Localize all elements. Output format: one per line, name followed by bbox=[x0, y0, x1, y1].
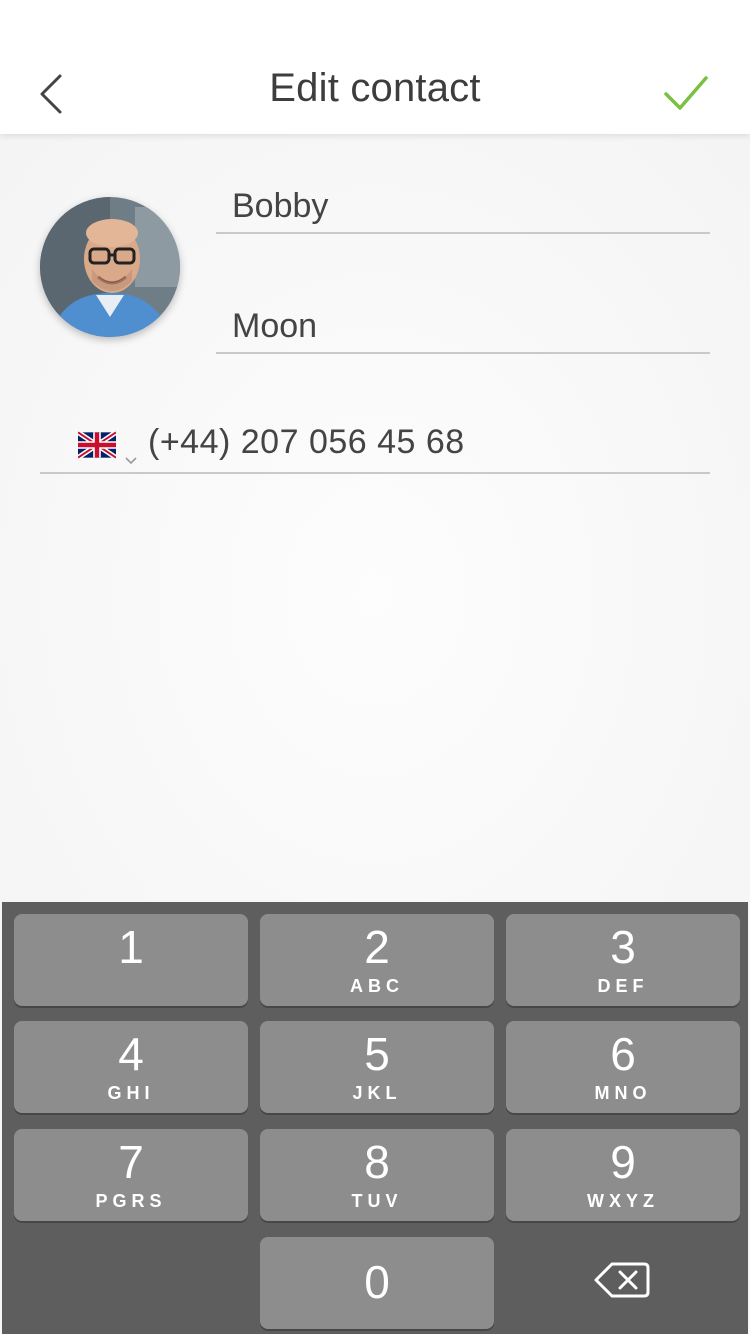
key-8[interactable]: 8 TUV bbox=[260, 1129, 494, 1221]
phone-number-value: (+44) 207 056 45 68 bbox=[148, 423, 465, 461]
last-name-value: Moon bbox=[232, 307, 318, 345]
key-letters: GHI bbox=[107, 1083, 155, 1103]
first-name-value: Bobby bbox=[232, 187, 329, 225]
uk-flag-icon bbox=[76, 430, 118, 460]
key-letters: ABC bbox=[350, 976, 404, 996]
key-3[interactable]: 3 DEF bbox=[506, 914, 740, 1006]
last-name-field[interactable]: Moon bbox=[216, 300, 710, 354]
country-selector[interactable] bbox=[76, 429, 118, 460]
key-4[interactable]: 4 GHI bbox=[14, 1021, 248, 1113]
key-9[interactable]: 9 WXYZ bbox=[506, 1129, 740, 1221]
key-7[interactable]: 7 PGRS bbox=[14, 1129, 248, 1221]
key-1[interactable]: 1 bbox=[14, 914, 248, 1006]
numeric-keypad: 1 2 ABC 3 DEF 4 GHI 5 JKL 6 MNO 7 PGRS 8… bbox=[2, 902, 748, 1334]
key-2[interactable]: 2 ABC bbox=[260, 914, 494, 1006]
key-5[interactable]: 5 JKL bbox=[260, 1021, 494, 1113]
first-name-field[interactable]: Bobby bbox=[216, 180, 710, 234]
key-digit: 9 bbox=[610, 1136, 636, 1188]
chevron-down-icon[interactable] bbox=[124, 436, 138, 465]
key-letters: WXYZ bbox=[587, 1191, 659, 1211]
key-digit: 2 bbox=[364, 921, 390, 973]
contact-photo bbox=[40, 197, 180, 337]
checkmark-icon bbox=[664, 76, 708, 110]
key-digit: 8 bbox=[364, 1136, 390, 1188]
key-digit: 5 bbox=[364, 1028, 390, 1080]
key-digit: 3 bbox=[610, 921, 636, 973]
key-digit: 7 bbox=[118, 1136, 144, 1188]
key-digit: 1 bbox=[118, 921, 144, 973]
backspace-button[interactable] bbox=[592, 1258, 652, 1302]
contact-form: Bobby Moon (+44) 207 056 45 68 bbox=[0, 134, 750, 902]
page-title: Edit contact bbox=[269, 66, 481, 110]
phone-field[interactable]: (+44) 207 056 45 68 bbox=[40, 416, 710, 474]
key-digit: 0 bbox=[364, 1256, 390, 1308]
backspace-icon bbox=[594, 1262, 650, 1298]
key-letters: TUV bbox=[351, 1191, 403, 1211]
avatar[interactable] bbox=[40, 197, 180, 337]
header-bar: Edit contact bbox=[0, 0, 750, 134]
key-letters: PGRS bbox=[95, 1191, 167, 1211]
key-6[interactable]: 6 MNO bbox=[506, 1021, 740, 1113]
key-letters: MNO bbox=[594, 1083, 652, 1103]
key-digit: 6 bbox=[610, 1028, 636, 1080]
key-0[interactable]: 0 bbox=[260, 1237, 494, 1329]
key-digit: 4 bbox=[118, 1028, 144, 1080]
key-letters: DEF bbox=[597, 976, 649, 996]
key-letters: JKL bbox=[352, 1083, 402, 1103]
save-button[interactable] bbox=[662, 72, 710, 116]
